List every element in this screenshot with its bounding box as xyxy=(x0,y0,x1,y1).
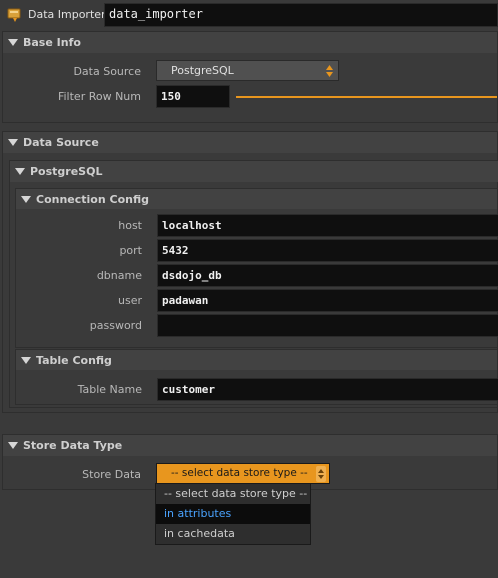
base-info-header[interactable]: Base Info xyxy=(3,32,497,53)
base-info-title: Base Info xyxy=(23,36,81,49)
subsection-table-config: Table Config Table Name customer xyxy=(15,349,498,405)
select-arrows-icon xyxy=(325,63,334,79)
dbname-input[interactable]: dsdojo_db xyxy=(157,264,498,287)
host-input[interactable]: localhost xyxy=(157,214,498,237)
data-source-label: Data Source xyxy=(73,65,141,78)
store-data-selected-value: -- select data store type -- xyxy=(171,467,308,479)
table-config-header[interactable]: Table Config xyxy=(16,350,497,370)
host-label: host xyxy=(118,219,142,232)
store-data-label: Store Data xyxy=(82,468,141,481)
store-data-select[interactable]: -- select data store type -- xyxy=(156,463,330,484)
postgresql-header[interactable]: PostgreSQL xyxy=(10,161,498,182)
filter-row-num-label: Filter Row Num xyxy=(57,90,141,103)
data-source-title: Data Source xyxy=(23,136,99,149)
user-label: user xyxy=(118,294,142,307)
store-data-dropdown: -- select data store type -- in attribut… xyxy=(155,483,311,545)
port-input[interactable]: 5432 xyxy=(157,239,498,262)
table-name-label: Table Name xyxy=(77,383,142,396)
dropdown-option[interactable]: in cachedata xyxy=(156,524,310,544)
section-data-source: Data Source PostgreSQL Connection Config… xyxy=(2,131,498,413)
section-base-info: Base Info Data Source PostgreSQL Filter … xyxy=(2,31,498,123)
collapse-triangle-icon xyxy=(15,168,25,175)
subsection-connection-config: Connection Config host localhost port 54… xyxy=(15,188,498,348)
table-name-input[interactable]: customer xyxy=(157,378,498,401)
password-input[interactable] xyxy=(157,314,498,337)
connection-config-title: Connection Config xyxy=(36,193,150,206)
dropdown-option[interactable]: -- select data store type -- xyxy=(156,484,310,504)
node-type-label: Data Importer xyxy=(28,8,106,21)
password-label: password xyxy=(89,319,142,332)
user-input[interactable]: padawan xyxy=(157,289,498,312)
node-header: Data Importer data_importer xyxy=(0,0,498,30)
dbname-label: dbname xyxy=(96,269,142,282)
collapse-triangle-icon xyxy=(21,196,31,203)
collapse-triangle-icon xyxy=(21,357,31,364)
port-label: port xyxy=(119,244,142,257)
collapse-triangle-icon xyxy=(8,139,18,146)
data-source-select[interactable]: PostgreSQL xyxy=(156,60,339,81)
collapse-triangle-icon xyxy=(8,442,18,449)
store-data-type-header[interactable]: Store Data Type xyxy=(3,435,497,456)
filter-row-num-input[interactable]: 150 xyxy=(156,85,230,108)
dropdown-option-highlighted[interactable]: in attributes xyxy=(156,504,310,524)
subsection-postgresql: PostgreSQL Connection Config host localh… xyxy=(9,160,498,408)
filter-row-num-slider[interactable] xyxy=(236,96,497,98)
data-source-header[interactable]: Data Source xyxy=(3,132,497,153)
store-data-type-title: Store Data Type xyxy=(23,439,123,452)
collapse-triangle-icon xyxy=(8,39,18,46)
connection-config-header[interactable]: Connection Config xyxy=(16,189,497,209)
data-importer-icon xyxy=(7,7,23,23)
table-config-title: Table Config xyxy=(36,354,112,367)
section-store-data-type: Store Data Type Store Data -- select dat… xyxy=(2,434,498,490)
node-name-input[interactable]: data_importer xyxy=(104,3,498,27)
data-source-value: PostgreSQL xyxy=(171,64,234,77)
postgresql-title: PostgreSQL xyxy=(30,165,103,178)
select-arrows-icon xyxy=(316,466,326,482)
